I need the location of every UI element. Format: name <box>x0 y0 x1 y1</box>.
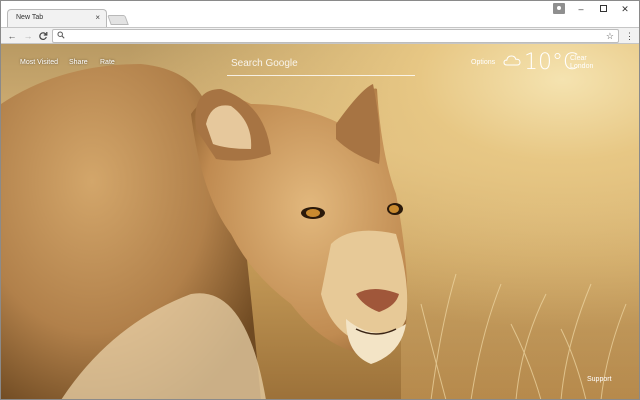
forward-button[interactable]: → <box>22 30 34 42</box>
share-link[interactable]: Share <box>69 59 88 66</box>
reload-button[interactable] <box>37 30 49 42</box>
location-text: London <box>570 63 594 70</box>
search-placeholder: Search Google <box>231 58 298 69</box>
back-button[interactable]: ← <box>6 30 18 42</box>
profile-icon[interactable] <box>553 3 565 14</box>
close-window-button[interactable]: ✕ <box>615 3 635 15</box>
maximize-button[interactable] <box>593 3 613 15</box>
search-icon <box>57 31 65 39</box>
maximize-icon <box>599 5 607 12</box>
reload-icon <box>39 32 48 40</box>
options-link[interactable]: Options <box>471 59 495 66</box>
bookmark-star-icon[interactable]: ☆ <box>606 30 614 42</box>
lioness-background-image <box>1 64 639 399</box>
rate-link[interactable]: Rate <box>100 59 115 66</box>
browser-menu-button[interactable]: ⋮ <box>625 30 634 42</box>
tab-close-icon[interactable]: × <box>95 13 100 23</box>
tab-title: New Tab <box>16 14 44 21</box>
google-search-input[interactable]: Search Google <box>227 54 415 76</box>
browser-toolbar: ← → ☆ ⋮ <box>1 27 639 44</box>
tab-new-tab[interactable]: New Tab × <box>7 9 107 28</box>
new-tab-button[interactable] <box>107 15 129 25</box>
tab-strip: New Tab × – ✕ <box>1 1 639 28</box>
most-visited-link[interactable]: Most Visited <box>20 59 58 66</box>
cloud-icon <box>503 55 521 66</box>
support-link[interactable]: Support <box>587 376 612 383</box>
browser-window: New Tab × – ✕ ← → ☆ ⋮ Most Visited Share… <box>0 0 640 400</box>
condition-text: Clear <box>570 55 587 62</box>
weather-condition: Clear London <box>570 55 593 71</box>
address-bar[interactable]: ☆ <box>52 29 619 43</box>
minimize-button[interactable]: – <box>571 3 591 15</box>
new-tab-page: Most Visited Share Rate Search Google Op… <box>1 44 639 399</box>
